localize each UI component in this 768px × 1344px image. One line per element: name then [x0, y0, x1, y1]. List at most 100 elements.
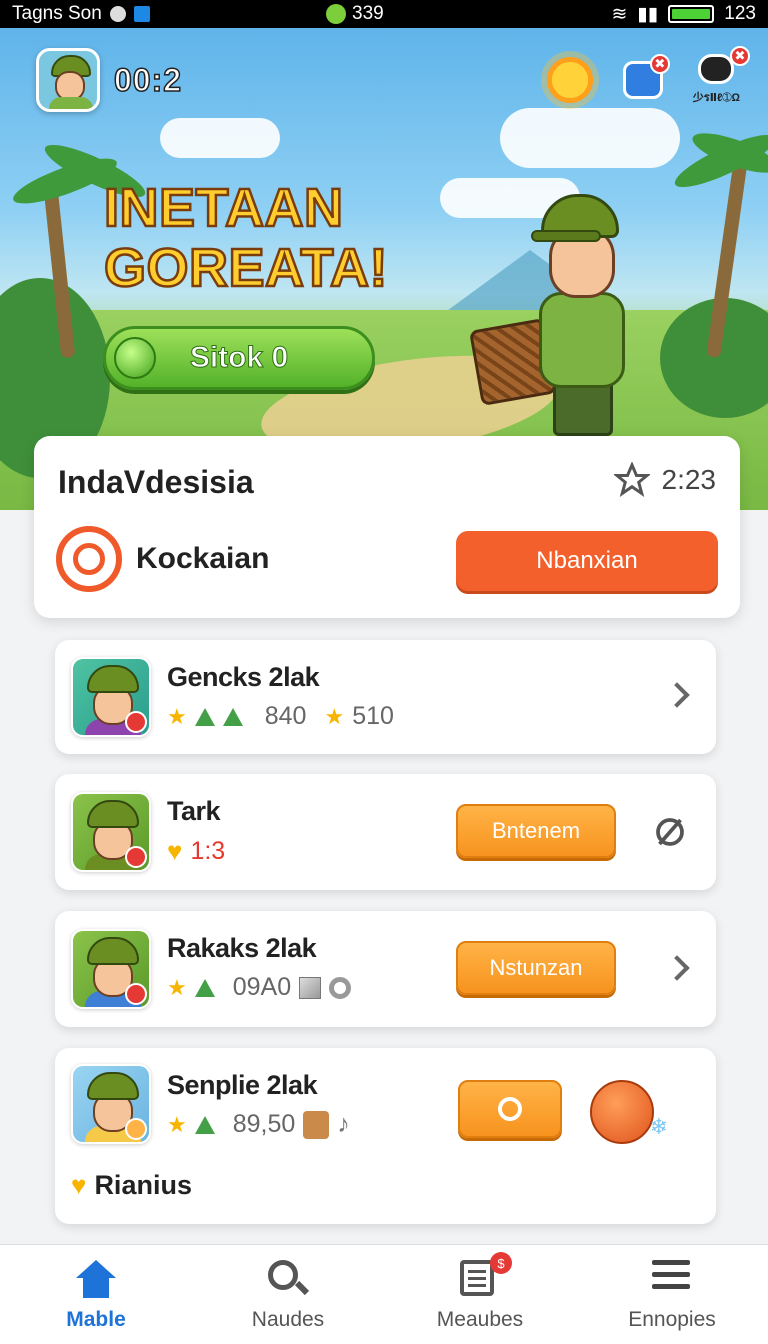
item-value-2: 510 [352, 702, 394, 730]
hero-title-line1: INETAAN [103, 177, 344, 240]
item-value: 840 [264, 702, 307, 730]
chat-icon[interactable]: ✖ [622, 54, 670, 99]
nav-home-label: Mable [66, 1308, 126, 1331]
timer: 00:2 [113, 61, 183, 99]
list-item[interactable]: Senplie 2lak ★ 89,50 ♪ ❄ ♥ Rianius [55, 1048, 716, 1224]
nav-search-label: Naudes [251, 1308, 325, 1331]
gem-icon [222, 707, 243, 726]
item-footer: ♥ Rianius [71, 1170, 192, 1201]
nav-menu[interactable]: Ennopies [576, 1245, 768, 1344]
list-icon [460, 1260, 494, 1296]
top-icons: ✖ ✖ 少รⅡℓ➀Ω [546, 46, 750, 106]
item-name: Senplie 2lak [167, 1070, 318, 1100]
start-button-label: Sitok 0 [189, 341, 289, 375]
nav-list-label: Meaubes [436, 1308, 524, 1331]
chevron-right-icon[interactable] [664, 955, 690, 981]
gem-icon [194, 1115, 215, 1134]
item-badge-icon [125, 711, 147, 733]
status-app-name: Tagns Son [12, 3, 102, 24]
item-value: 1:3 [190, 837, 226, 865]
heart-icon: ♥ [167, 836, 183, 866]
search-logo-icon [56, 526, 122, 592]
list-item[interactable]: Tark ♥ 1:3 Bntenem [55, 774, 716, 890]
music-note-icon: ♪ [337, 1110, 350, 1138]
gem-icon [194, 707, 215, 726]
cloud [500, 108, 680, 168]
status-center-value: 339 [352, 3, 384, 24]
hero-title: INETAAN GOREATA! [103, 177, 389, 300]
star-icon: ★ [167, 1111, 187, 1137]
start-knob-icon [114, 337, 156, 379]
item-name: Rakaks 2lak [167, 933, 317, 963]
star-icon: ★ [167, 703, 187, 729]
status-bar: Tagns Son 339 ≋ ▮▮ 123 [0, 0, 768, 28]
gem-icon [194, 978, 215, 997]
item-meta: ★ 840 ★ 510 [167, 702, 394, 731]
item-avatar [71, 1064, 151, 1144]
cube-icon [299, 976, 322, 999]
search-icon [268, 1260, 298, 1290]
nav-home[interactable]: Mable [0, 1245, 192, 1344]
item-meta: ★ 09A0 [167, 973, 352, 1002]
nav-badge: $ [490, 1252, 512, 1274]
refresh-icon[interactable] [652, 814, 688, 850]
star-icon: ★ [167, 974, 187, 1000]
item-badge-icon [125, 983, 147, 1005]
main-card-time: 2:23 [613, 462, 717, 498]
search-icon [498, 1097, 522, 1121]
menu-icon [652, 1260, 690, 1290]
cloud [160, 118, 280, 158]
fruit-icon[interactable] [590, 1080, 654, 1144]
search-action-button[interactable] [458, 1080, 562, 1138]
item-badge-icon [125, 1118, 147, 1140]
star-badge-icon [613, 462, 650, 498]
chat-badge: ✖ [649, 54, 670, 74]
notification-icon [109, 6, 126, 22]
item-avatar [71, 792, 151, 872]
main-card-cta-button[interactable]: Nbanxian [456, 531, 718, 591]
snowflake-icon: ❄ [649, 1114, 668, 1139]
item-footer-label: Rianius [94, 1170, 192, 1200]
sun-icon[interactable] [546, 57, 593, 103]
wifi-icon: ≋ [611, 3, 628, 25]
item-meta: ♥ 1:3 [167, 836, 225, 867]
camera-button[interactable]: ✖ 少รⅡℓ➀Ω [692, 46, 750, 106]
battery-icon [668, 5, 715, 23]
farmer-character [468, 188, 675, 454]
item-meta: ★ 89,50 ♪ [167, 1110, 350, 1139]
profile-avatar[interactable] [36, 48, 100, 112]
list-item[interactable]: Gencks 2lak ★ 840 ★ 510 [55, 640, 716, 754]
nav-search[interactable]: Naudes [192, 1245, 384, 1344]
camera-label: 少รⅡℓ➀Ω [692, 92, 740, 104]
item-name: Tark [167, 796, 221, 826]
main-card-time-value: 2:23 [661, 464, 717, 495]
item-action-button[interactable]: Bntenem [456, 804, 616, 858]
bottom-nav: Mable Naudes $ Meaubes Ennopies [0, 1244, 768, 1344]
nav-menu-label: Ennopies [628, 1308, 716, 1331]
chevron-right-icon[interactable] [664, 682, 690, 708]
check-icon [133, 6, 150, 22]
main-card-title: IndaVdesisia [58, 464, 254, 500]
star-icon: ★ [324, 703, 345, 729]
status-right-value: 123 [724, 3, 756, 24]
heart-icon: ♥ [71, 1170, 87, 1200]
signal-icon: ▮▮ [637, 3, 659, 25]
camera-badge: ✖ [730, 46, 750, 66]
start-button[interactable]: Sitok 0 [103, 326, 375, 390]
main-card: IndaVdesisia 2:23 Kockaian Nbanxian [34, 436, 740, 618]
item-badge-icon [125, 846, 147, 868]
leaf-icon [326, 4, 346, 24]
list-item[interactable]: Rakaks 2lak ★ 09A0 Nstunzan [55, 911, 716, 1027]
hero-title-line2: GOREATA! [103, 237, 389, 300]
ring-icon [329, 976, 352, 999]
item-avatar [71, 657, 151, 737]
totem-icon [303, 1110, 330, 1139]
item-avatar [71, 929, 151, 1009]
item-name: Gencks 2lak [167, 662, 320, 692]
item-value: 89,50 [232, 1110, 296, 1138]
item-action-button[interactable]: Nstunzan [456, 941, 616, 995]
nav-list[interactable]: $ Meaubes [384, 1245, 576, 1344]
home-icon [76, 1260, 116, 1300]
camera-icon [698, 54, 735, 84]
main-card-label: Kockaian [136, 542, 270, 575]
